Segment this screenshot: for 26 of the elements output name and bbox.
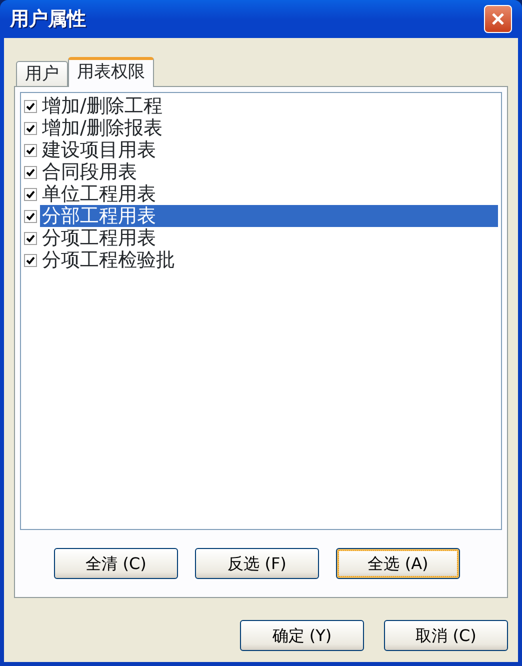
- list-item[interactable]: 建设项目用表: [40, 139, 158, 161]
- list-item[interactable]: 分项工程检验批: [40, 249, 177, 271]
- checkbox[interactable]: [24, 166, 37, 178]
- list-item[interactable]: 合同段用表: [40, 161, 139, 183]
- checkbox[interactable]: [24, 122, 37, 134]
- list-item[interactable]: 增加/删除工程: [40, 95, 164, 117]
- checkbox[interactable]: [24, 188, 37, 200]
- checkbox[interactable]: [24, 232, 37, 244]
- list-item[interactable]: 分部工程用表: [40, 205, 498, 227]
- button[interactable]: 全清 (C): [54, 548, 178, 579]
- tab[interactable]: 用表权限: [68, 57, 154, 87]
- checkbox[interactable]: [24, 100, 37, 112]
- checkbox[interactable]: [24, 254, 37, 266]
- window-title: 用户属性: [10, 6, 86, 32]
- close-icon: [490, 11, 506, 27]
- button[interactable]: 反选 (F): [195, 548, 319, 579]
- button[interactable]: 全选 (A): [336, 548, 460, 579]
- button[interactable]: 取消 (C): [384, 620, 508, 651]
- tab[interactable]: 用户: [16, 61, 68, 86]
- checkbox[interactable]: [24, 144, 37, 156]
- list-item[interactable]: 分项工程用表: [40, 227, 158, 249]
- close-button[interactable]: [484, 5, 512, 33]
- list-item[interactable]: 增加/删除报表: [40, 117, 164, 139]
- list-item[interactable]: 单位工程用表: [40, 183, 158, 205]
- checkbox[interactable]: [24, 210, 37, 222]
- button[interactable]: 确定 (Y): [240, 620, 364, 651]
